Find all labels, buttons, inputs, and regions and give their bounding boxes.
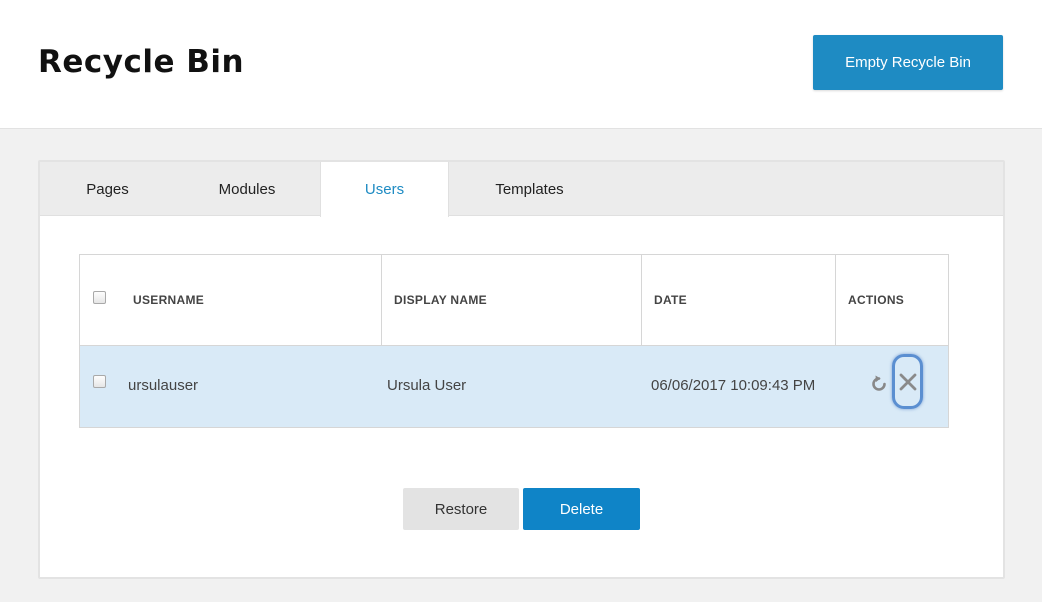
- column-header-actions: ACTIONS: [848, 293, 905, 307]
- restore-button[interactable]: Restore: [403, 488, 519, 530]
- column-divider: [381, 255, 382, 346]
- tab-users[interactable]: Users: [320, 162, 449, 217]
- tab-modules[interactable]: Modules: [182, 162, 312, 217]
- select-all-checkbox[interactable]: [93, 291, 106, 304]
- column-divider: [641, 255, 642, 346]
- empty-recycle-bin-button[interactable]: Empty Recycle Bin: [813, 35, 1003, 90]
- tab-pages[interactable]: Pages: [40, 162, 175, 217]
- column-header-date[interactable]: DATE: [654, 293, 687, 307]
- table-row[interactable]: ursulauser Ursula User 06/06/2017 10:09:…: [80, 346, 948, 427]
- username-cell: ursulauser: [128, 377, 199, 394]
- recycle-bin-panel: Pages Modules Users Templates USERNAME D…: [38, 160, 1005, 579]
- display-name-cell: Ursula User: [387, 377, 467, 394]
- tab-bar: Pages Modules Users Templates: [40, 162, 1003, 217]
- row-checkbox[interactable]: [93, 375, 106, 388]
- restore-icon[interactable]: [868, 373, 890, 395]
- delete-button[interactable]: Delete: [523, 488, 640, 530]
- grid-header: USERNAME DISPLAY NAME DATE ACTIONS: [80, 255, 948, 346]
- close-icon[interactable]: [892, 354, 923, 409]
- column-divider: [835, 255, 836, 346]
- column-header-username[interactable]: USERNAME: [133, 293, 204, 307]
- page-title: Recycle Bin: [38, 44, 245, 80]
- date-cell: 06/06/2017 10:09:43 PM: [651, 377, 816, 394]
- page-header: Recycle Bin Empty Recycle Bin: [0, 0, 1042, 129]
- tab-templates[interactable]: Templates: [462, 162, 597, 217]
- users-grid: USERNAME DISPLAY NAME DATE ACTIONS ursul…: [79, 254, 949, 428]
- column-header-display-name[interactable]: DISPLAY NAME: [394, 293, 487, 307]
